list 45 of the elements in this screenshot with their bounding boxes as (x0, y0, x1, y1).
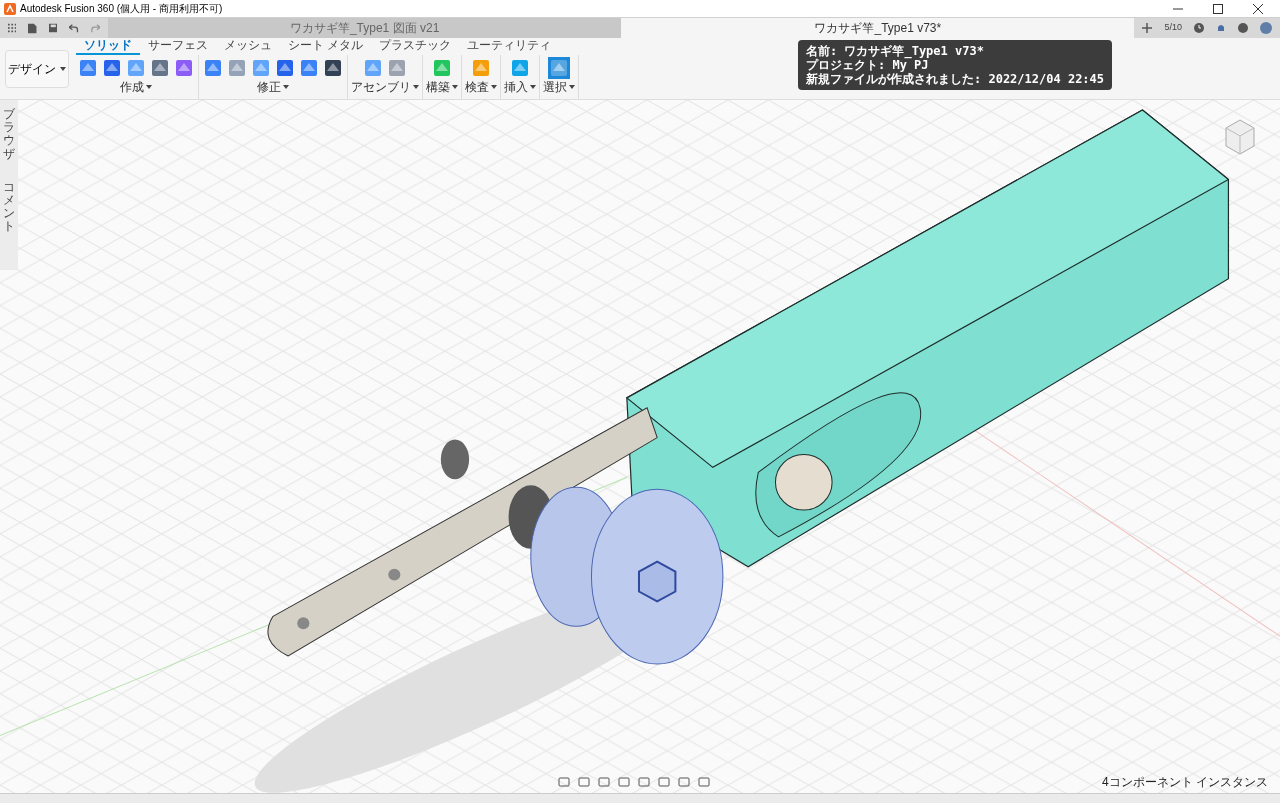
window-title: Autodesk Fusion 360 (個人用 - 商用利用不可) (20, 2, 223, 16)
tool-icon[interactable] (322, 57, 344, 79)
caret-icon (283, 85, 289, 89)
caret-icon (491, 85, 497, 89)
panel-label[interactable]: コメント (3, 180, 15, 234)
ribbon-tab[interactable]: シート メタル (280, 38, 372, 55)
caret-icon (146, 85, 152, 89)
save-icon[interactable] (48, 23, 58, 33)
tool-icon[interactable] (274, 57, 296, 79)
group-menu[interactable]: 作成 (120, 80, 152, 94)
tool-icon[interactable] (149, 57, 171, 79)
caret-icon (452, 85, 458, 89)
workspace-dropdown[interactable]: デザイン (5, 49, 69, 88)
panel-label[interactable]: ブラウザ (3, 108, 15, 161)
group-menu[interactable]: アセンブリ (351, 80, 419, 94)
ribbon-tab[interactable]: メッシュ (216, 38, 280, 55)
file-icon[interactable] (28, 22, 37, 34)
job-status[interactable]: 5/10 (1164, 21, 1182, 35)
undo-icon[interactable] (69, 23, 79, 33)
ribbon-tab[interactable]: サーフェス (140, 38, 216, 55)
ribbon-tab[interactable]: ユーティリティ (459, 38, 560, 55)
document-tab[interactable]: ワカサギ竿_Type1 v73* (621, 18, 1135, 38)
avatar-icon[interactable] (1260, 22, 1272, 34)
caret-icon (530, 85, 536, 89)
caret-icon (60, 66, 66, 71)
group-menu[interactable]: 構築 (426, 80, 458, 94)
clock-icon[interactable] (1194, 23, 1204, 33)
redo-icon[interactable] (90, 23, 101, 33)
caret-icon (569, 85, 575, 89)
tool-icon[interactable] (101, 57, 123, 79)
apps-grid-icon[interactable] (8, 23, 17, 33)
close-icon[interactable] (1253, 3, 1263, 14)
group-menu[interactable]: 検査 (465, 80, 497, 94)
caret-icon (413, 85, 419, 89)
group-menu[interactable]: 挿入 (504, 80, 536, 94)
scrollbar[interactable] (0, 793, 1280, 803)
new-tab-icon[interactable] (1142, 23, 1153, 33)
ribbon-tab[interactable]: プラスチック (371, 38, 460, 55)
file-tooltip: 名前: ワカサギ竿_Type1 v73* プロジェクト: My PJ 新規ファイルが作成されました: 2022/12/04 22:45 (798, 40, 1113, 90)
group-menu[interactable]: 選択 (543, 80, 575, 94)
document-tab[interactable]: ワカサギ竿_Type1 図面 v21 (108, 18, 622, 38)
ribbon-tab[interactable]: ソリッド (76, 38, 140, 55)
maximize-icon[interactable] (1213, 3, 1223, 14)
group-menu[interactable]: 修正 (257, 80, 289, 94)
status-text: 4コンポーネント インスタンス (1102, 774, 1268, 791)
